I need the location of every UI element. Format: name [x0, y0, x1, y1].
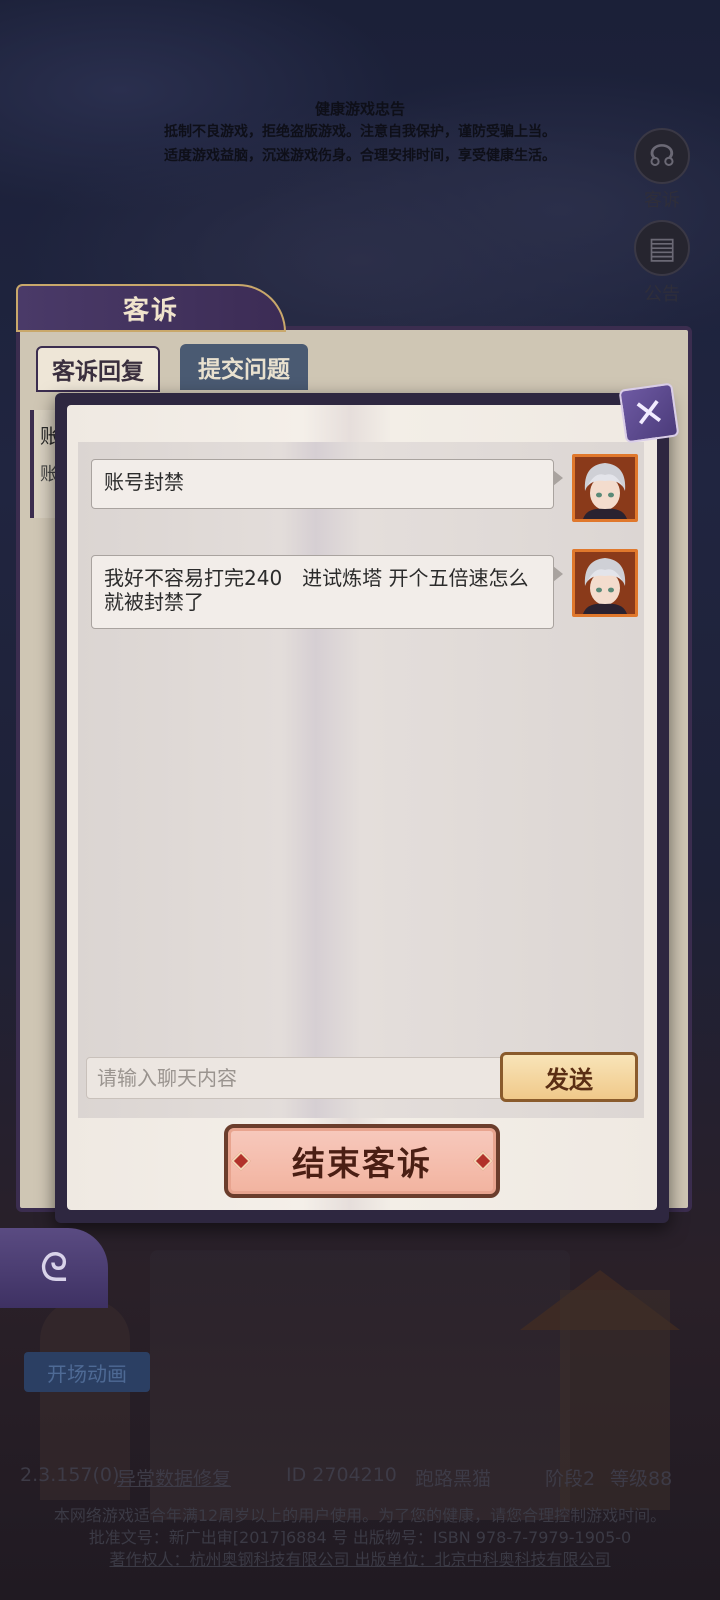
intro-animation-button[interactable]: 开场动画	[24, 1352, 150, 1392]
chat-input[interactable]	[86, 1057, 510, 1099]
gem-ornament-icon	[231, 1151, 251, 1171]
avatar-portrait-icon	[575, 457, 635, 519]
announcement-side-label: 公告	[644, 284, 680, 305]
age-notice: 本网络游戏适合年满12周岁以上的用户使用。为了您的健康，请您合理控制游戏时间。	[53, 1506, 667, 1525]
avatar	[572, 454, 638, 522]
gem-ornament-icon	[473, 1151, 493, 1171]
chat-message: 账号封禁	[91, 459, 563, 509]
player-stage: 阶段2	[545, 1468, 596, 1490]
chat-message-area[interactable]	[78, 442, 644, 1118]
document-icon: ▤	[647, 230, 677, 266]
avatar	[572, 549, 638, 617]
complaint-side-button[interactable]: ☊	[634, 128, 690, 184]
complaint-window-title: 客诉	[122, 295, 179, 326]
complaint-side-label: 客诉	[644, 190, 680, 211]
chat-message: 我好不容易打完240 进试炼塔 开个五倍速怎么就被封禁了	[91, 555, 563, 629]
tab-submit-question[interactable]: 提交问题	[180, 344, 308, 390]
avatar-portrait-icon	[575, 552, 635, 614]
close-icon: ✕	[630, 388, 668, 438]
health-notice-line2: 适度游戏益脑，沉迷游戏伤身。合理安排时间，享受健康生活。	[164, 148, 556, 164]
approval-info: 批准文号：新广出审[2017]6884 号 出版物号：ISBN 978-7-79…	[88, 1528, 632, 1547]
complaint-window-titlebar: 客诉	[16, 284, 286, 332]
send-button[interactable]: 发送	[500, 1052, 638, 1102]
data-repair-link[interactable]: 异常数据修复	[117, 1464, 231, 1490]
version-text: 2.3.157(0)	[20, 1464, 120, 1486]
player-id: ID 2704210	[286, 1464, 397, 1486]
swirl-emblem-icon: ᘓ	[39, 1245, 69, 1291]
end-complaint-button[interactable]: 结束客诉	[224, 1124, 500, 1198]
copyright-info: 著作权人：杭州奥钢科技有限公司 出版单位：北京中科奥科技有限公司	[109, 1550, 611, 1569]
chat-message-text: 我好不容易打完240 进试炼塔 开个五倍速怎么就被封禁了	[104, 566, 529, 614]
health-notice-line1: 抵制不良游戏，拒绝盗版游戏。注意自我保护，谨防受骗上当。	[164, 124, 556, 140]
close-button[interactable]: ✕	[618, 382, 680, 444]
tab-complaint-reply[interactable]: 客诉回复	[36, 346, 160, 392]
player-level: 等级88	[610, 1468, 673, 1490]
headset-icon: ☊	[648, 138, 676, 174]
health-notice-title: 健康游戏忠告	[314, 100, 405, 118]
guild-flag-button[interactable]: ᘓ	[0, 1228, 108, 1308]
announcement-side-button[interactable]: ▤	[634, 220, 690, 276]
chat-message-text: 账号封禁	[104, 470, 184, 494]
end-complaint-label: 结束客诉	[292, 1144, 432, 1183]
player-name: 跑路黑猫	[415, 1468, 492, 1490]
